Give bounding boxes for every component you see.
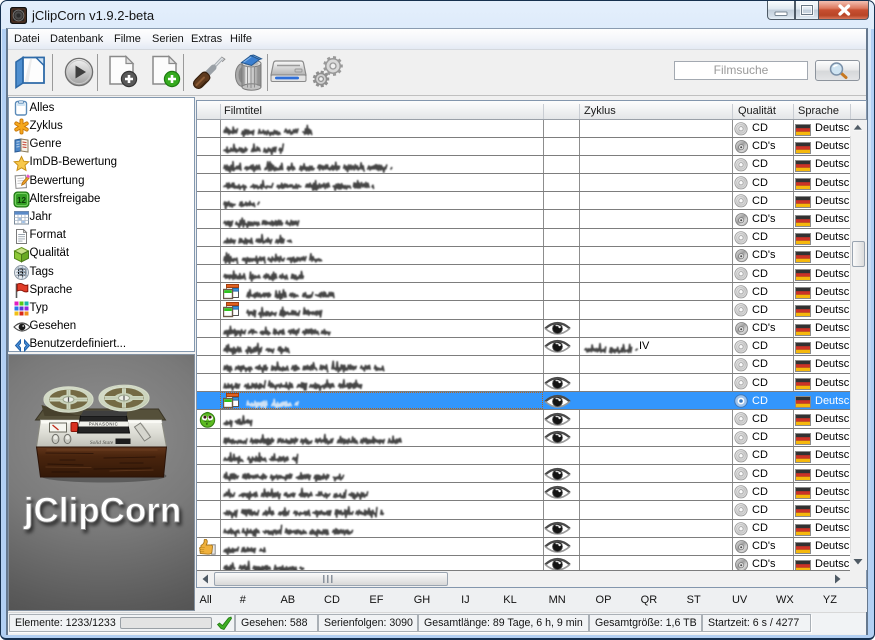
- svg-text:Solid State: Solid State: [90, 440, 114, 446]
- svg-text:PANASONIC: PANASONIC: [89, 422, 119, 427]
- svg-text:12: 12: [16, 196, 26, 205]
